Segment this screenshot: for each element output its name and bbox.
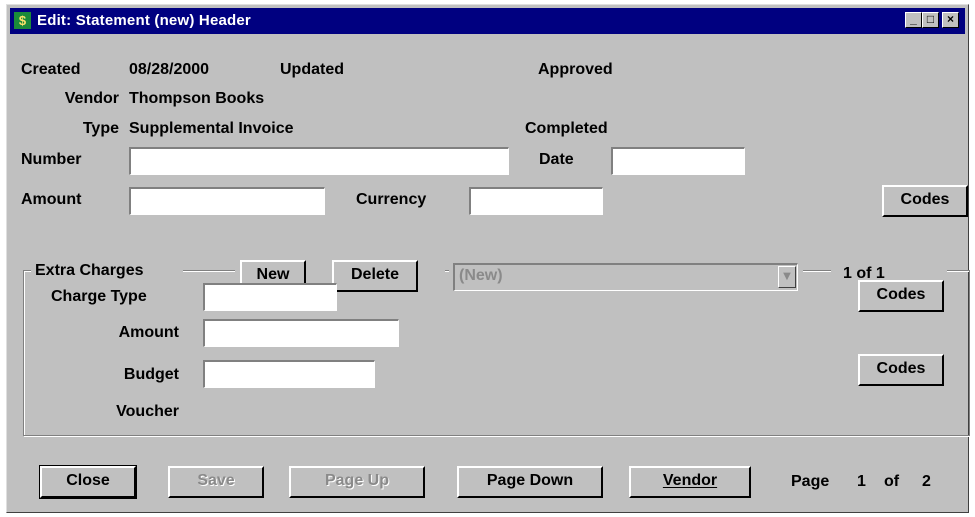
page-word: Page <box>791 473 830 490</box>
page-up-button[interactable]: Page Up <box>289 466 425 498</box>
charge-type-label: Charge Type <box>51 288 147 305</box>
currency-field[interactable] <box>469 187 603 215</box>
voucher-label: Voucher <box>116 403 179 420</box>
created-value: 08/28/2000 <box>129 61 210 78</box>
date-field[interactable] <box>611 147 745 175</box>
updated-label: Updated <box>280 61 344 78</box>
currency-label: Currency <box>356 191 427 208</box>
charge-selector-value: (New) <box>459 267 503 284</box>
header-codes-button[interactable]: Codes <box>882 185 968 217</box>
page-total: 2 <box>922 473 931 490</box>
vendor-button[interactable]: Vendor <box>629 466 751 498</box>
page-down-button[interactable]: Page Down <box>457 466 603 498</box>
date-label: Date <box>539 151 574 168</box>
completed-label: Completed <box>525 120 608 137</box>
vendor-value: Thompson Books <box>129 90 265 107</box>
minimize-button[interactable]: _ <box>905 12 922 28</box>
type-value: Supplemental Invoice <box>129 120 294 137</box>
close-window-button[interactable]: × <box>942 12 959 28</box>
amount-label: Amount <box>21 191 82 208</box>
maximize-button[interactable]: □ <box>922 12 939 28</box>
chevron-down-icon[interactable]: ▼ <box>778 266 796 288</box>
charge-amount-field[interactable] <box>203 319 399 347</box>
amount-field[interactable] <box>129 187 325 215</box>
dollar-app-icon[interactable]: $ <box>14 12 31 29</box>
charge-type-codes-button[interactable]: Codes <box>858 280 944 312</box>
save-button[interactable]: Save <box>168 466 264 498</box>
number-label: Number <box>21 151 82 168</box>
charge-type-field[interactable] <box>203 283 337 311</box>
vendor-label: Vendor <box>64 90 119 107</box>
charge-amount-label: Amount <box>118 324 179 341</box>
budget-codes-button[interactable]: Codes <box>858 354 944 386</box>
budget-field[interactable] <box>203 360 375 388</box>
charge-selector[interactable]: (New) ▼ <box>453 263 798 291</box>
page-current: 1 <box>857 473 866 490</box>
title-bar[interactable]: $ Edit: Statement (new) Header _ □ × <box>10 8 965 34</box>
type-label: Type <box>82 120 119 137</box>
window-title: Edit: Statement (new) Header <box>37 12 251 29</box>
approved-label: Approved <box>538 61 613 78</box>
delete-charge-button[interactable]: Delete <box>332 260 418 292</box>
created-label: Created <box>21 61 81 78</box>
extra-charges-label: Extra Charges <box>35 262 144 279</box>
edit-statement-window: $ Edit: Statement (new) Header _ □ × Cre… <box>6 4 970 513</box>
number-field[interactable] <box>129 147 509 175</box>
close-button[interactable]: Close <box>39 465 137 499</box>
budget-label: Budget <box>123 366 179 383</box>
page-of: of <box>884 473 900 490</box>
